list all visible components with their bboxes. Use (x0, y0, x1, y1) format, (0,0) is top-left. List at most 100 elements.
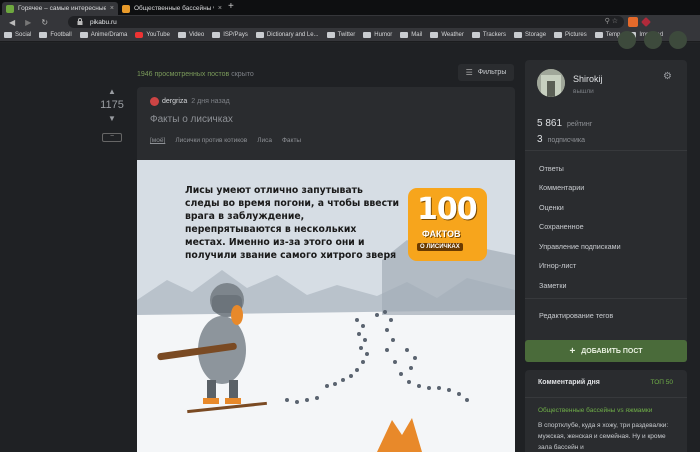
address-bar[interactable]: pikabu.ru ⚲ ☆ (68, 16, 624, 28)
rating-stat: 5 861 рейтинг (537, 118, 593, 129)
divider (525, 397, 687, 398)
plus-icon: + (569, 345, 576, 357)
collapse-post-button[interactable]: − (102, 133, 122, 142)
author-avatar[interactable] (150, 97, 159, 106)
user-status: вышли (573, 88, 594, 95)
new-tab-button[interactable]: + (228, 1, 234, 12)
comment-of-the-day: Комментарий дня ТОП 50 Общественные басс… (525, 370, 687, 452)
menu-item-comments[interactable]: Комментарии (539, 183, 584, 192)
folder-icon (326, 32, 335, 38)
divider (525, 150, 687, 151)
header-button[interactable] (618, 31, 636, 49)
bookmark-youtube[interactable]: YouTube (135, 32, 170, 38)
post-tags: [моё] Лисички против котиков Лиса Факты (150, 137, 311, 144)
header-button[interactable] (669, 31, 687, 49)
bookmark-folder[interactable]: Pictures (554, 32, 587, 38)
comment-day-title: Комментарий дня (538, 379, 600, 386)
bookmark-folder[interactable]: Dictionary and Le... (255, 32, 319, 38)
menu-item-ratings[interactable]: Оценки (539, 203, 564, 212)
rewards-icon[interactable] (641, 17, 651, 27)
url-text: pikabu.ru (90, 18, 117, 26)
close-tab-icon[interactable]: × (218, 5, 222, 12)
lock-icon (77, 18, 83, 25)
comment-text[interactable]: В спортклубе, куда я хожу, три раздевалк… (538, 420, 678, 452)
pikabu-page: 1946 просмотренных постов скрыто ☰ Фильт… (0, 31, 700, 452)
bookmark-folder[interactable]: Twitter (326, 32, 355, 38)
filters-button[interactable]: ☰ Фильтры (458, 64, 514, 81)
tab-hot[interactable]: Горячее – самые интересные × (2, 2, 118, 15)
bookmark-folder[interactable]: Video (177, 32, 204, 38)
folder-icon (554, 32, 563, 38)
search-icon[interactable]: ⚲ ☆ (605, 17, 618, 25)
post-title[interactable]: Факты о лисичках (150, 114, 233, 125)
bookmark-folder[interactable]: Weather (430, 32, 464, 38)
header-button[interactable] (644, 31, 662, 49)
menu-item-replies[interactable]: Ответы (539, 164, 564, 173)
folder-icon (212, 32, 221, 38)
browser-toolbar: ◀ ▶ ↻ pikabu.ru ⚲ ☆ (0, 15, 700, 29)
folder-icon (514, 32, 523, 38)
browser-tab-bar: Горячее – самые интересные × Общественны… (0, 0, 700, 15)
comment-post-link[interactable]: Общественные бассейны vs яжмамки (538, 407, 652, 414)
post-image[interactable]: Лисы умеют отлично запутывать следы во в… (137, 160, 515, 452)
author-name[interactable]: dergriza (162, 98, 187, 105)
tag[interactable]: Лиса (257, 137, 272, 144)
downvote-icon[interactable]: ▼ (98, 114, 126, 123)
forward-icon[interactable]: ▶ (25, 18, 31, 27)
post-rating: 1175 (100, 99, 124, 111)
folder-icon (4, 32, 12, 38)
avatar-image (537, 69, 565, 97)
username[interactable]: Shirokij (573, 74, 603, 84)
gear-icon[interactable]: ⚙ (663, 71, 672, 82)
back-icon[interactable]: ◀ (9, 18, 15, 27)
folder-icon (400, 32, 409, 38)
tab-pools[interactable]: Общественные бассейны vs яжм... × (118, 2, 226, 15)
folder-icon (79, 32, 88, 38)
upvote-icon[interactable]: ▲ (98, 87, 126, 96)
bookmarks-bar: Social Football Anime/Drama YouTube Vide… (0, 29, 700, 42)
top50-link[interactable]: ТОП 50 (651, 379, 673, 386)
tag[interactable]: Факты (282, 137, 301, 144)
menu-item-notes[interactable]: Заметки (539, 281, 567, 290)
menu-item-saved[interactable]: Сохраненное (539, 222, 584, 231)
bookmark-folder[interactable]: ISP/Pays (212, 32, 248, 38)
add-post-button[interactable]: + ДОБАВИТЬ ПОСТ (525, 340, 687, 362)
bookmark-folder[interactable]: Mail (400, 32, 422, 38)
post-card: dergriza 2 дня назад Факты о лисичках [м… (137, 87, 515, 452)
folder-icon (177, 32, 186, 38)
menu-item-ignore-list[interactable]: Игнор-лист (539, 261, 576, 270)
reload-icon[interactable]: ↻ (41, 18, 48, 27)
tag[interactable]: Лисички против котиков (175, 137, 247, 144)
folder-icon (594, 32, 603, 38)
youtube-icon (135, 32, 144, 38)
tag[interactable]: [моё] (150, 137, 165, 144)
bookmark-folder[interactable]: Temp (594, 32, 620, 38)
bookmark-folder[interactable]: Football (39, 32, 72, 38)
user-avatar[interactable] (537, 69, 565, 97)
brave-shield-icon[interactable] (628, 17, 638, 27)
vote-panel: ▲ 1175 ▼ − (98, 87, 126, 142)
bookmark-folder[interactable]: Social (4, 32, 31, 38)
hidden-posts-note[interactable]: 1946 просмотренных постов скрыто (137, 71, 254, 78)
bookmark-folder[interactable]: Trackers (471, 32, 506, 38)
divider (525, 298, 687, 299)
folder-icon (471, 32, 480, 38)
menu-item-edit-tags[interactable]: Редактирование тегов (539, 311, 613, 320)
winter-forest-illustration (137, 240, 515, 452)
close-tab-icon[interactable]: × (110, 5, 114, 12)
subscribers-stat[interactable]: 3 подписчика (537, 134, 585, 145)
profile-card: Shirokij вышли ⚙ 5 861 рейтинг 3 подписч… (525, 60, 687, 345)
folder-icon (430, 32, 439, 38)
menu-item-subscriptions[interactable]: Управление подписками (539, 242, 621, 251)
100-facts-badge: 100 ФАКТОВ О ЛИСИЧКАХ (408, 188, 487, 261)
bookmark-folder[interactable]: Storage (514, 32, 546, 38)
folder-icon (255, 32, 264, 38)
pikabu-favicon (122, 4, 130, 13)
folder-icon (39, 32, 48, 38)
bookmark-folder[interactable]: Humor (363, 32, 392, 38)
filter-icon: ☰ (465, 68, 473, 77)
folder-icon (363, 32, 372, 38)
post-author: dergriza 2 дня назад (150, 97, 230, 106)
bookmark-folder[interactable]: Anime/Drama (79, 32, 127, 38)
image-caption: Лисы умеют отлично запутывать следы во в… (185, 185, 399, 261)
